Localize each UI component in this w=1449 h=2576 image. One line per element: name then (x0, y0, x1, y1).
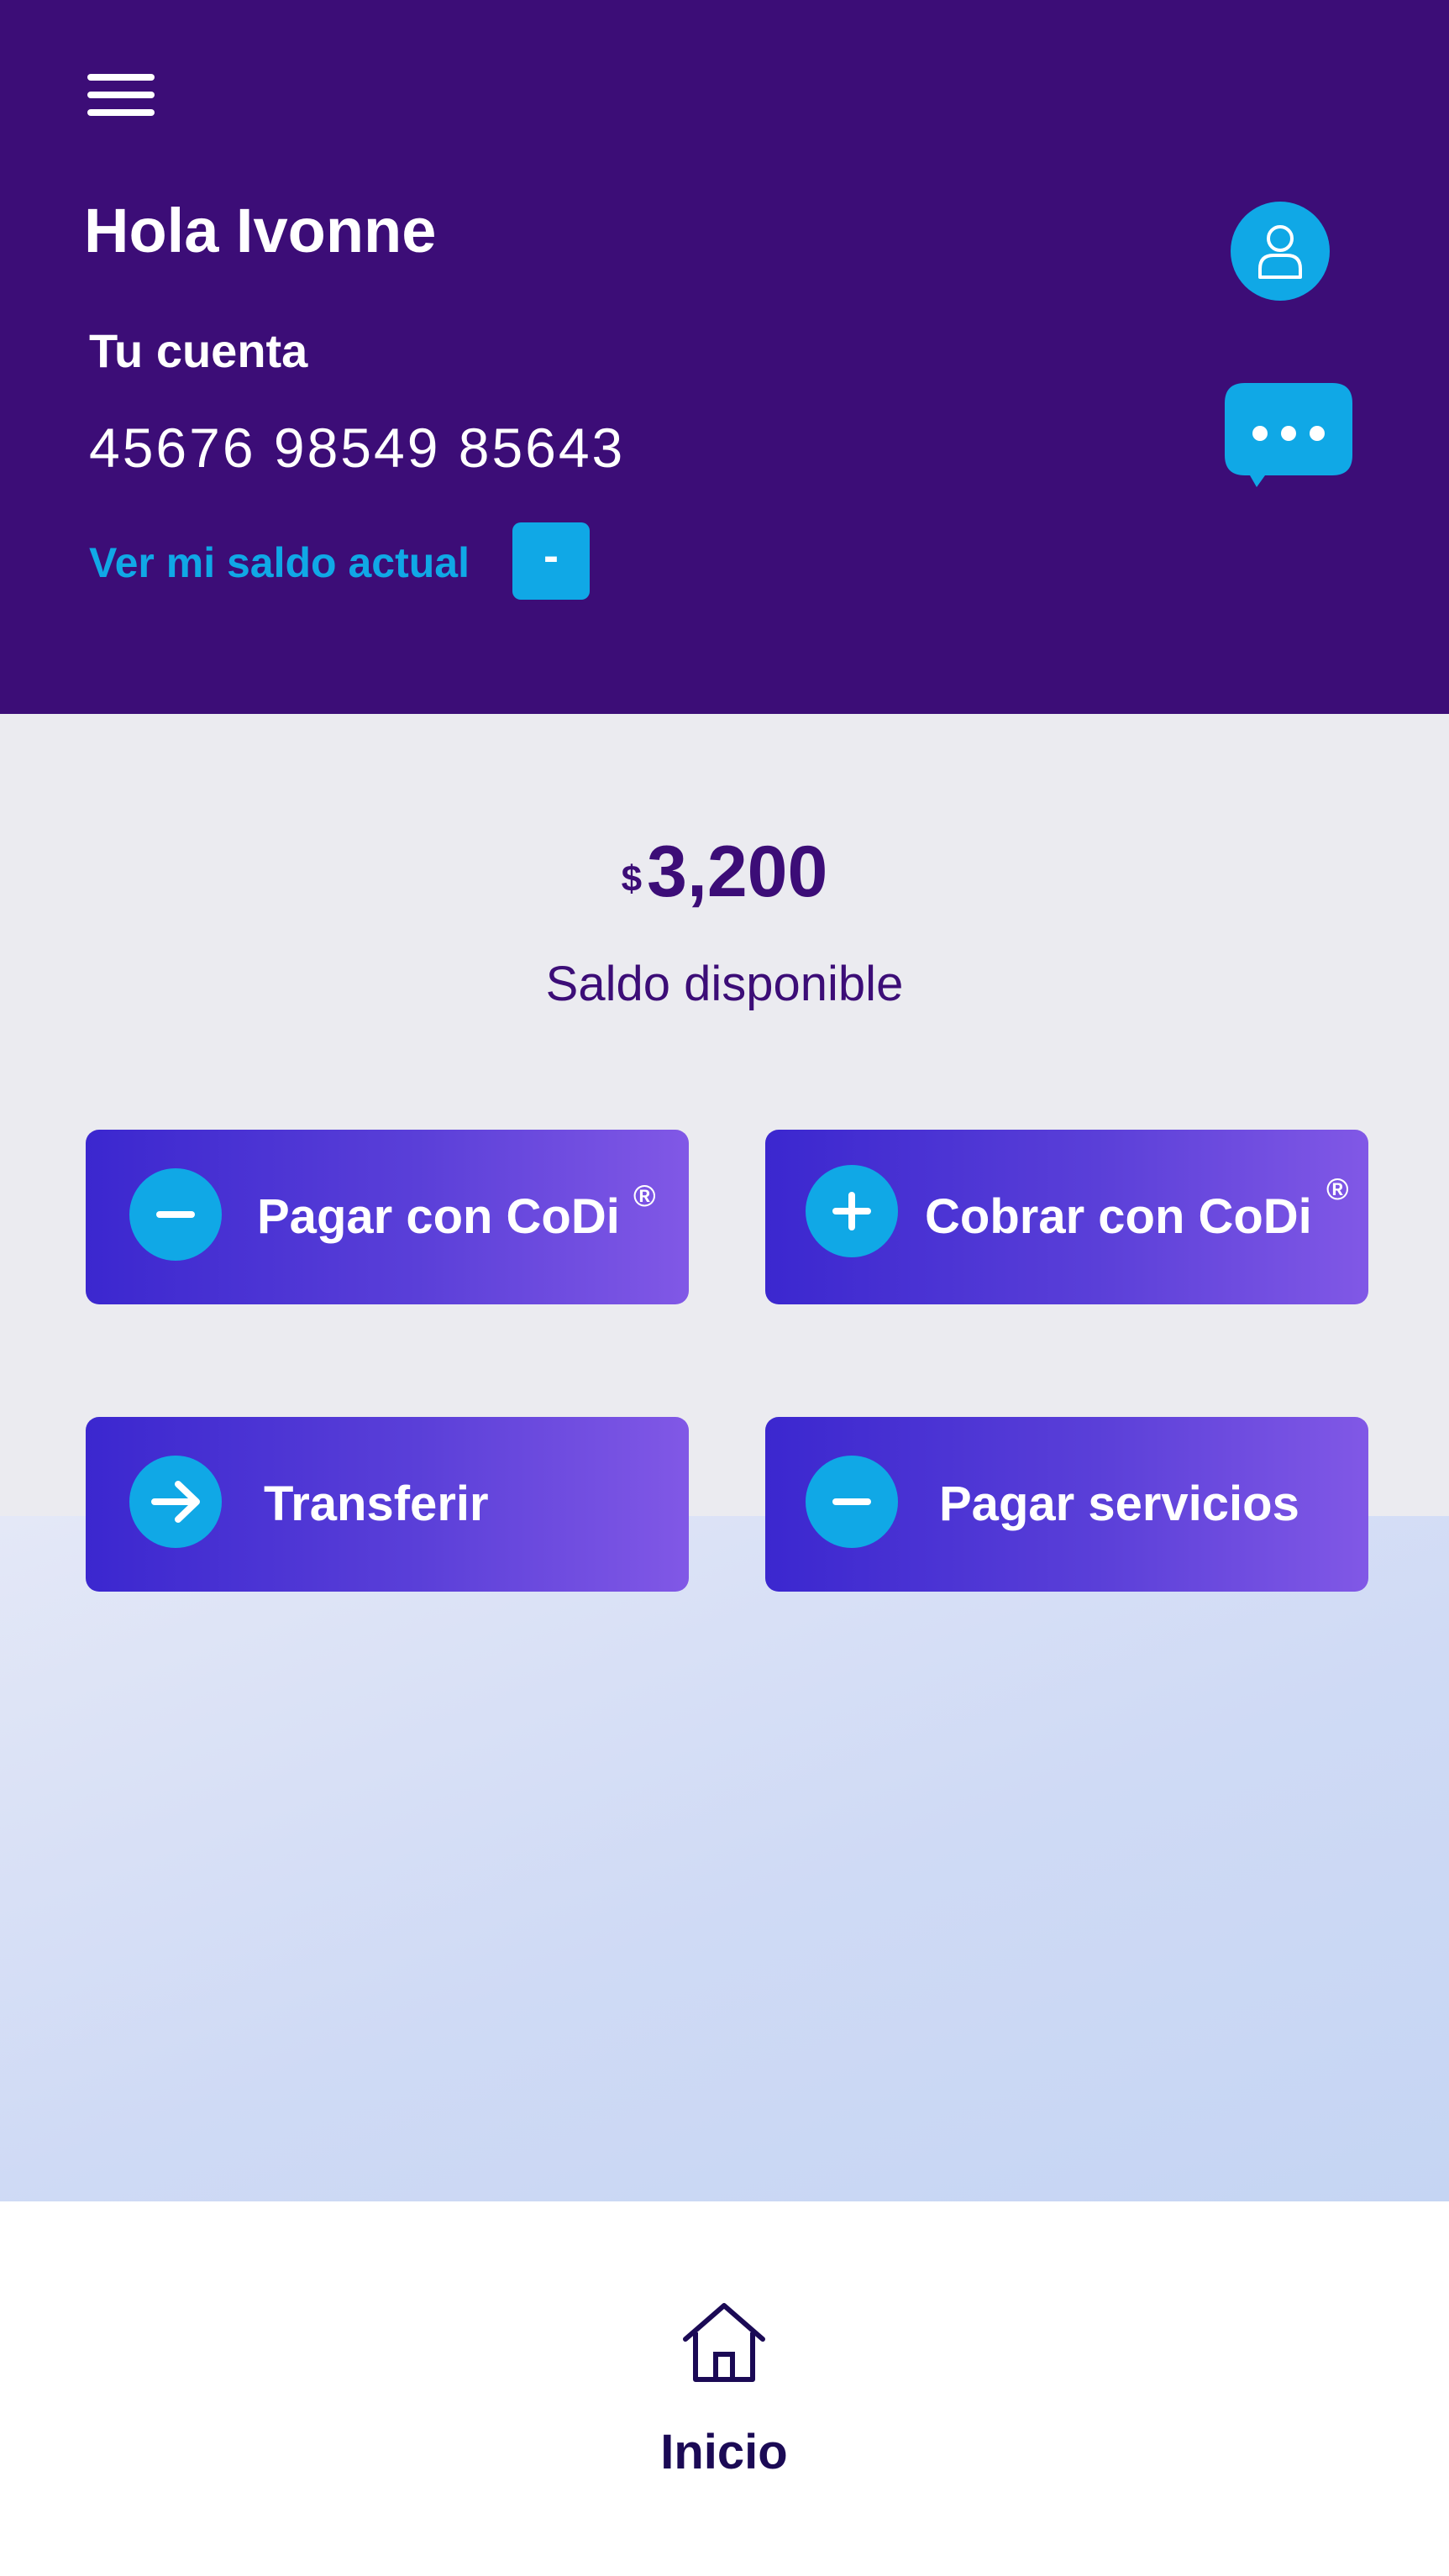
chat-button[interactable] (1225, 383, 1352, 487)
account-number: 45676 98549 85643 (89, 417, 626, 479)
balance-value: 3,200 (647, 832, 828, 912)
hamburger-menu-icon[interactable] (87, 71, 155, 119)
transfer-button[interactable]: Transferir (86, 1417, 689, 1592)
minus-icon (806, 1456, 898, 1548)
plus-icon (806, 1165, 898, 1257)
charge-codi-label: Cobrar con CoDi (925, 1189, 1312, 1244)
header: Hola Ivonne Tu cuenta 45676 98549 85643 … (0, 0, 1449, 714)
currency-symbol: $ (621, 858, 643, 900)
balance-caption: Saldo disponible (545, 957, 904, 1011)
registered-mark: ® (1326, 1172, 1349, 1206)
balance-amount: $3,200 (0, 836, 1449, 908)
nav-home-label: Inicio (660, 2425, 788, 2479)
charge-codi-button[interactable]: Cobrar con CoDi ® (765, 1130, 1368, 1304)
minus-icon (129, 1168, 222, 1261)
pay-services-button[interactable]: Pagar servicios (765, 1417, 1368, 1592)
nav-home[interactable]: Inicio (623, 2301, 825, 2494)
home-screen: Hola Ivonne Tu cuenta 45676 98549 85643 … (0, 0, 1449, 2576)
content-background (0, 1516, 1449, 2201)
transfer-label: Transferir (264, 1477, 489, 1531)
home-icon (683, 2303, 765, 2382)
balance-toggle-button[interactable]: - (512, 522, 590, 600)
chat-bubble-icon (1225, 383, 1352, 487)
pay-codi-label: Pagar con CoDi (257, 1189, 620, 1244)
registered-mark: ® (633, 1178, 656, 1213)
profile-button[interactable] (1231, 202, 1330, 301)
arrow-right-icon (129, 1456, 222, 1548)
greeting: Hola Ivonne (84, 196, 437, 265)
pay-services-label: Pagar servicios (939, 1477, 1299, 1531)
user-icon (1258, 225, 1302, 279)
account-label: Tu cuenta (89, 324, 308, 377)
bottom-nav: Inicio (0, 2201, 1449, 2576)
view-balance-link[interactable]: Ver mi saldo actual (89, 542, 470, 584)
pay-codi-button[interactable]: Pagar con CoDi ® (86, 1130, 689, 1304)
